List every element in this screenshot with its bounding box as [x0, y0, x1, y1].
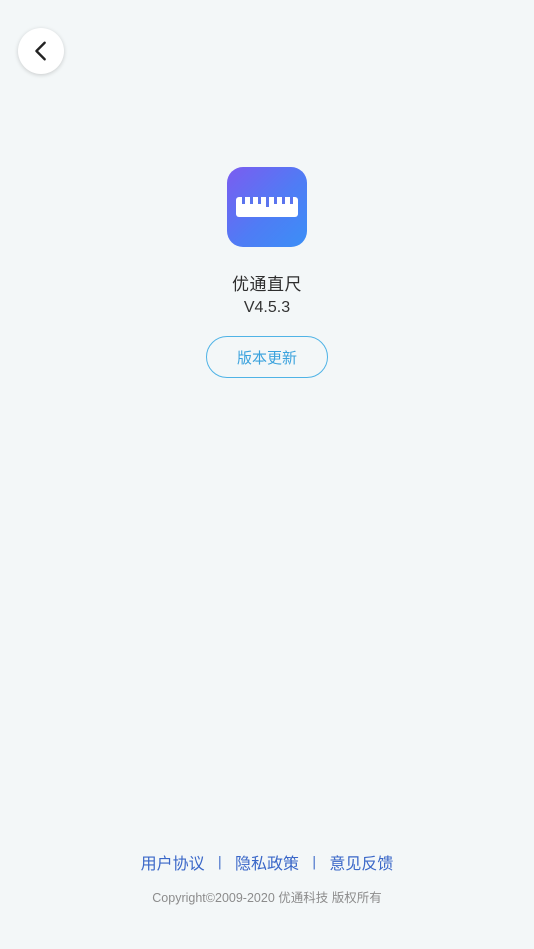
ruler-icon — [236, 195, 298, 219]
copyright-text: Copyright©2009-2020 优通科技 版权所有 — [152, 891, 382, 905]
footer-separator: | — [217, 854, 222, 870]
back-button[interactable] — [18, 28, 64, 74]
footer-links: 用户协议 | 隐私政策 | 意见反馈 — [0, 850, 534, 874]
user-agreement-link[interactable]: 用户协议 — [141, 850, 205, 874]
feedback-link[interactable]: 意见反馈 — [329, 850, 393, 874]
footer-separator: | — [312, 854, 317, 870]
version-update-button[interactable]: 版本更新 — [206, 336, 328, 378]
app-version: V4.5.3 — [243, 299, 291, 316]
privacy-policy-link[interactable]: 隐私政策 — [235, 850, 299, 874]
app-icon — [227, 167, 307, 247]
chevron-left-icon — [30, 40, 52, 62]
app-name: 优通直尺 — [232, 275, 302, 295]
